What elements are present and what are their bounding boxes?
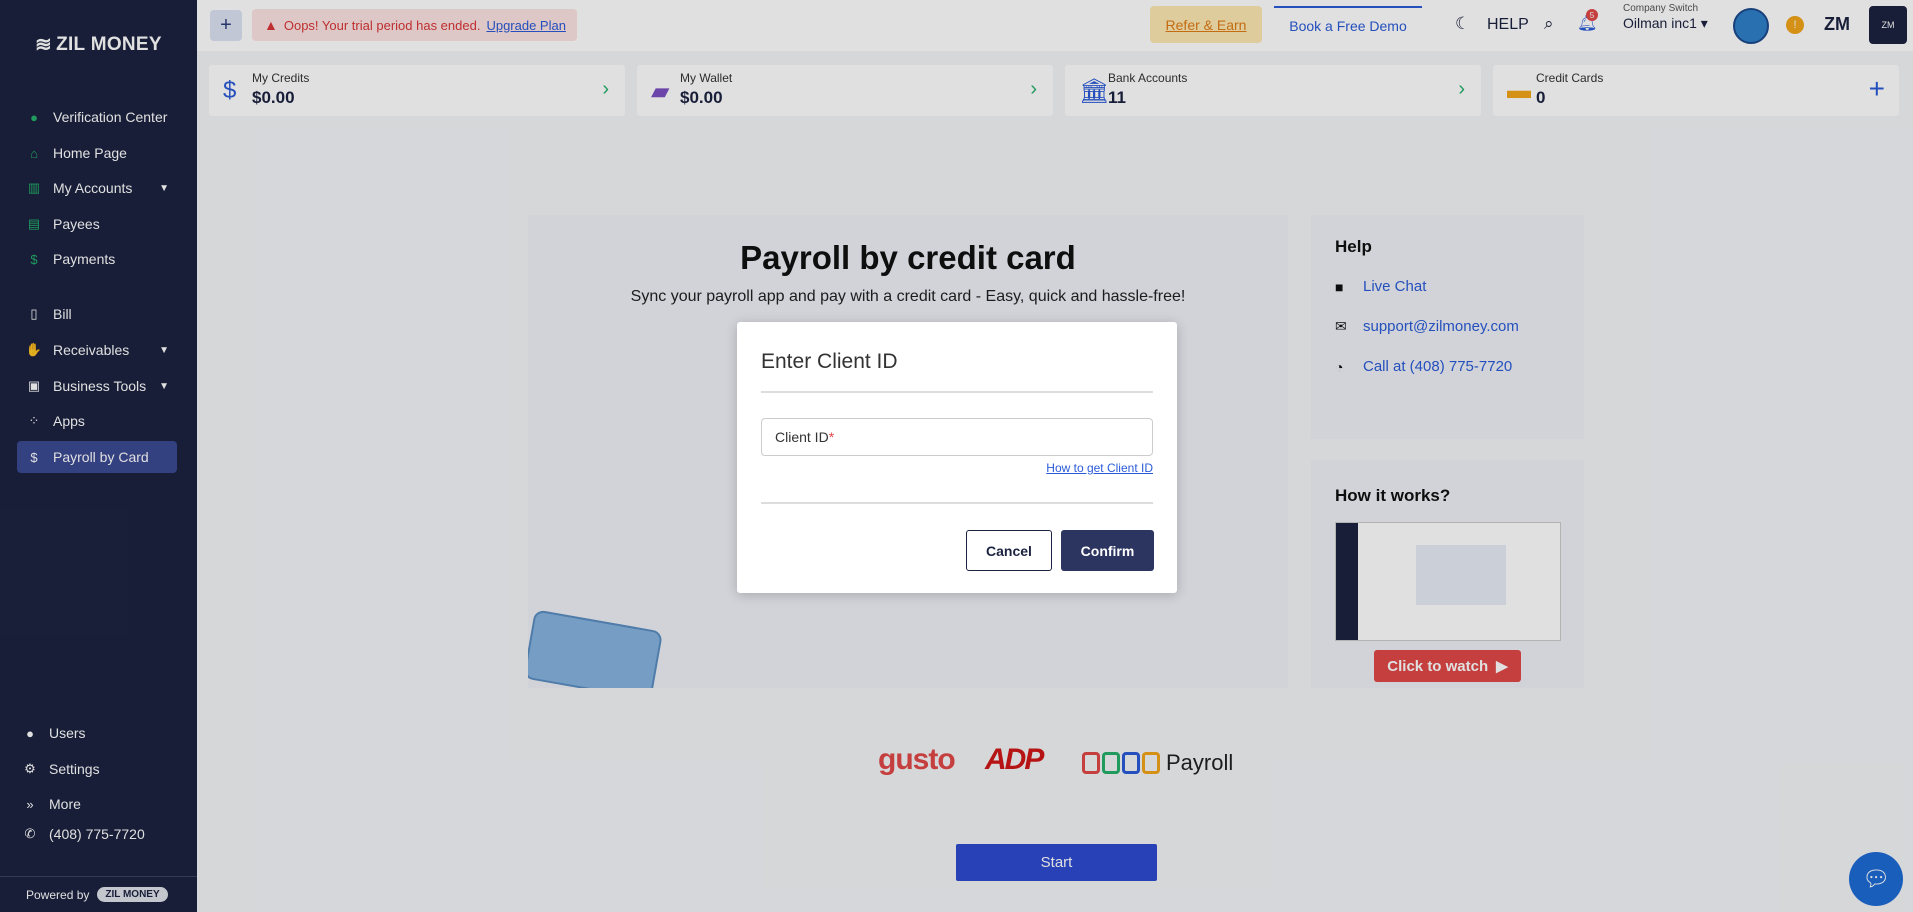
divider [761,502,1153,504]
client-id-dialog: Enter Client ID Client ID * How to get Cl… [737,322,1177,593]
client-id-input[interactable]: Client ID * [761,418,1153,456]
cancel-button[interactable]: Cancel [966,530,1052,571]
confirm-button[interactable]: Confirm [1061,530,1154,571]
how-to-get-client-id-link[interactable]: How to get Client ID [1046,461,1153,475]
divider [761,391,1153,393]
dialog-title: Enter Client ID [761,350,898,373]
